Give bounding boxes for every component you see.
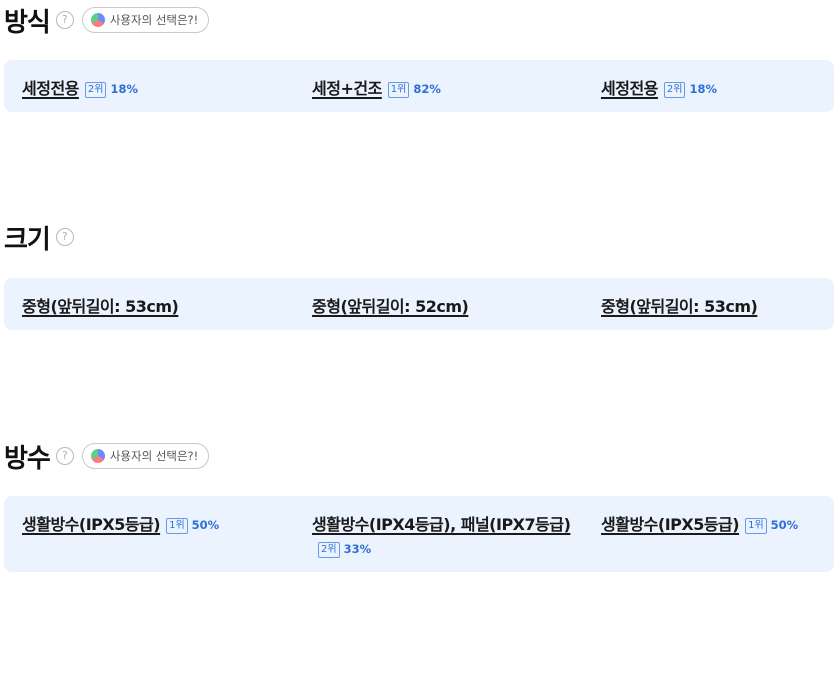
section-waterproof: 방수 ? 사용자의 선택은?! (0, 436, 838, 476)
rank-badge: 2위 (663, 82, 686, 98)
option-link[interactable]: 중형(앞뒤길이: 53cm) (601, 297, 758, 316)
user-choice-label: 사용자의 선택은?! (109, 449, 199, 463)
option-link[interactable]: 생활방수(IPX5등급) (601, 515, 740, 534)
rank-badge: 1위 (387, 82, 410, 98)
option-link[interactable]: 생활방수(IPX4등급), 패널(IPX7등급) (312, 515, 571, 534)
option-card: 세정전용 2위 18% 세정+건조 1위 82% 세정전용 2위 18% (4, 60, 834, 112)
option-column: 중형(앞뒤길이: 53cm) (601, 278, 829, 330)
percent-label: 18% (689, 82, 717, 96)
option-link[interactable]: 중형(앞뒤길이: 53cm) (22, 297, 179, 316)
section-title: 방수 (4, 443, 51, 474)
option-card: 생활방수(IPX5등급) 1위 50% 생활방수(IPX4등급), 패널(IPX7등… (4, 496, 834, 572)
option-card: 중형(앞뒤길이: 53cm) 중형(앞뒤길이: 52cm) 중형(앞뒤길이: 5… (4, 278, 834, 330)
option-column: 생활방수(IPX5등급) 1위 50% (22, 496, 282, 572)
percent-label: 82% (413, 82, 441, 96)
option-column: 생활방수(IPX5등급) 1위 50% (601, 496, 829, 572)
option-link[interactable]: 중형(앞뒤길이: 52cm) (312, 297, 469, 316)
percent-label: 50% (770, 518, 799, 532)
section-size: 크기 ? (0, 217, 838, 257)
option-link[interactable]: 세정전용 (22, 79, 79, 98)
option-column: 세정전용 2위 18% (601, 60, 829, 112)
option-link[interactable]: 세정+건조 (312, 79, 382, 98)
percent-label: 18% (110, 82, 138, 96)
question-mark-circle-icon[interactable]: ? (55, 447, 74, 465)
option-column: 생활방수(IPX4등급), 패널(IPX7등급) 2위 33% (312, 496, 572, 572)
pie-chart-icon (90, 449, 105, 463)
rank-badge: 1위 (166, 518, 188, 534)
section-method: 방식 ? 사용자의 선택은?! (0, 0, 838, 40)
rank-badge: 2위 (318, 542, 340, 558)
option-column: 중형(앞뒤길이: 53cm) (22, 278, 282, 330)
option-link[interactable]: 생활방수(IPX5등급) (22, 515, 161, 534)
percent-label: 33% (343, 542, 372, 556)
option-link[interactable]: 세정전용 (601, 79, 658, 98)
user-choice-button[interactable]: 사용자의 선택은?! (81, 443, 210, 469)
rank-badge: 1위 (745, 518, 767, 534)
section-title: 크기 (4, 224, 51, 255)
option-column: 세정전용 2위 18% (22, 60, 282, 112)
section-header: 방식 ? 사용자의 선택은?! (0, 0, 838, 40)
section-title: 방식 (4, 7, 51, 38)
option-column: 중형(앞뒤길이: 52cm) (312, 278, 572, 330)
section-header: 크기 ? (0, 217, 838, 257)
option-column: 세정+건조 1위 82% (312, 60, 572, 112)
question-mark-circle-icon[interactable]: ? (55, 11, 74, 29)
question-mark-circle-icon[interactable]: ? (55, 228, 74, 246)
user-choice-label: 사용자의 선택은?! (109, 13, 199, 27)
rank-badge: 2위 (84, 82, 107, 98)
percent-label: 50% (191, 518, 220, 532)
section-header: 방수 ? 사용자의 선택은?! (0, 436, 838, 476)
user-choice-button[interactable]: 사용자의 선택은?! (81, 7, 210, 33)
pie-chart-icon (90, 13, 105, 27)
